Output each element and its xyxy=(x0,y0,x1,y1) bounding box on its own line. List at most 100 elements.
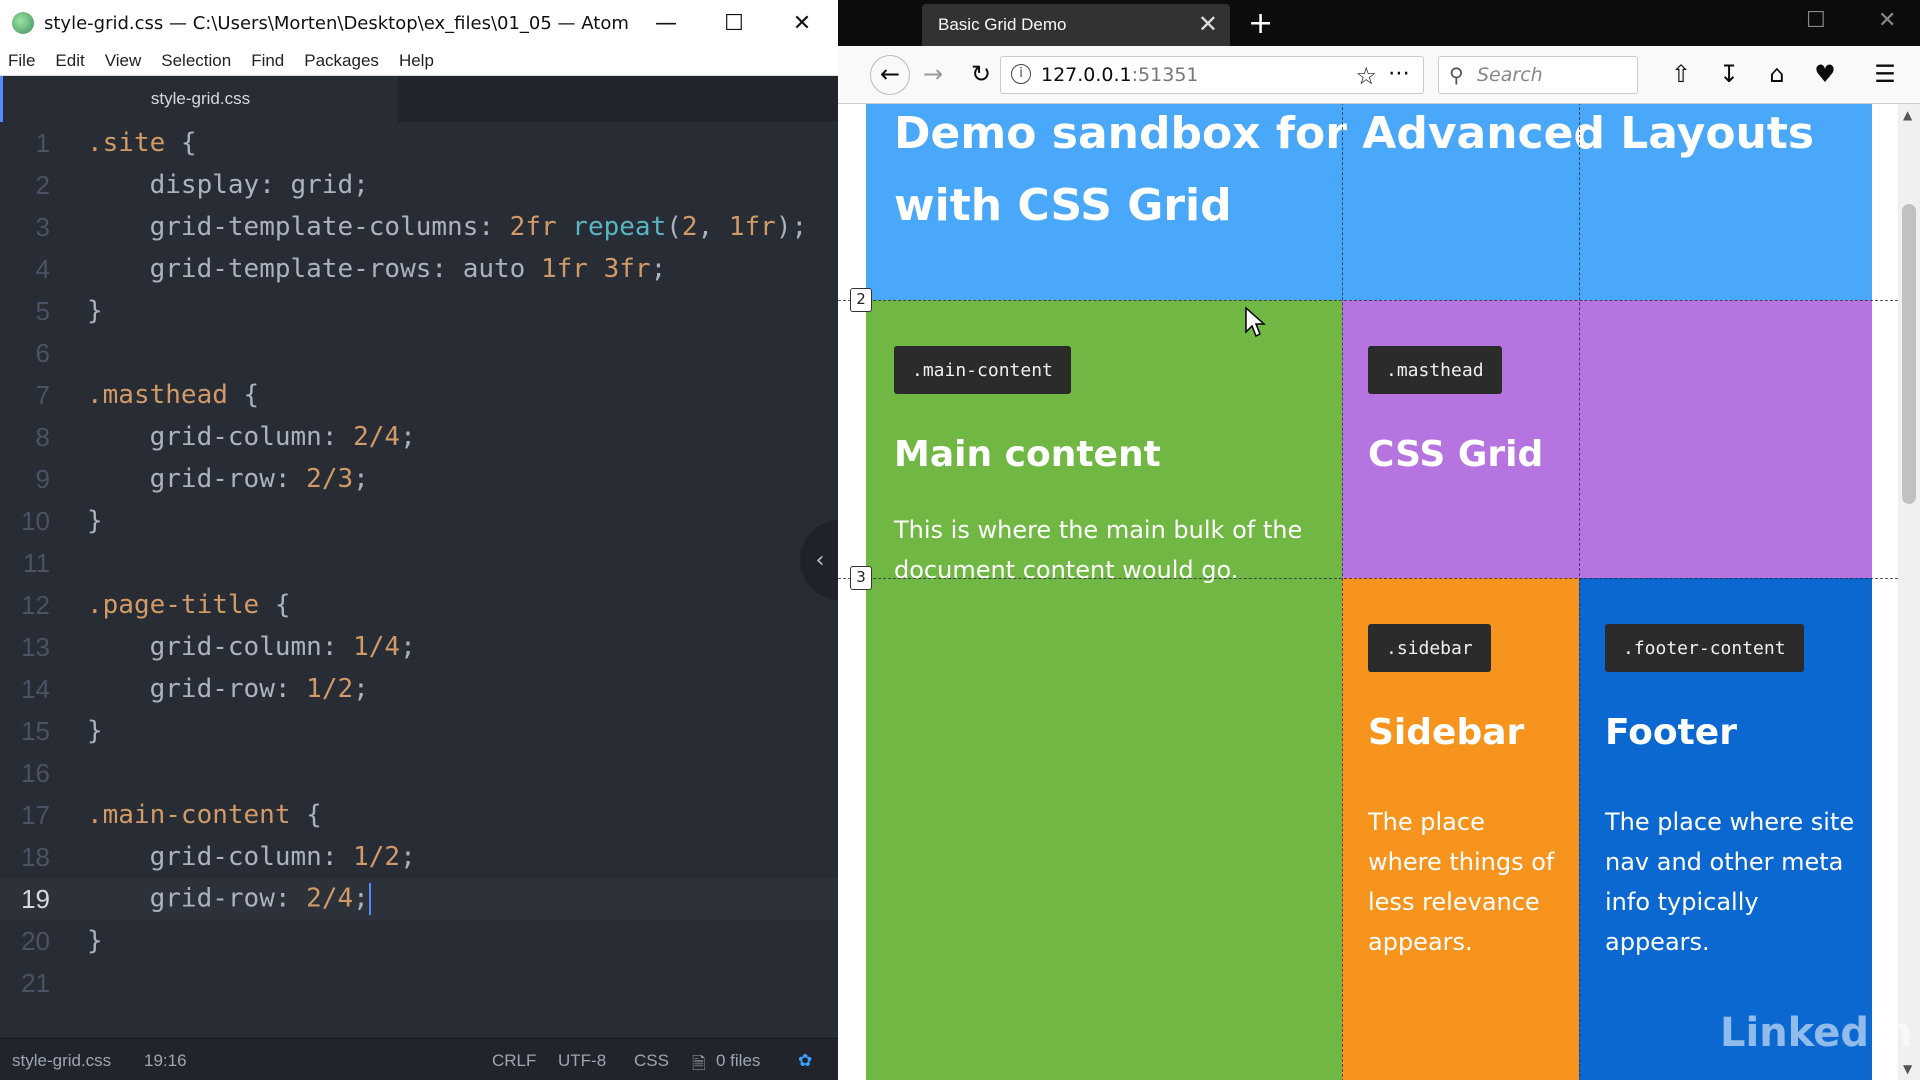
squirrel-icon[interactable]: ✿ xyxy=(798,1051,812,1071)
code-line[interactable]: 12 .page-title { xyxy=(0,584,838,626)
browser-toolbar: ← → ↻ i 127.0.0.1:51351 ☆ ⋯ ⚲ Search ⇧ ↧… xyxy=(838,46,1920,104)
code-line[interactable]: 21 xyxy=(0,962,838,1004)
code-line[interactable]: 10} xyxy=(0,500,838,542)
code-line[interactable]: 13 grid-column: 1/4; xyxy=(0,626,838,668)
search-icon: ⚲ xyxy=(1449,63,1464,87)
code-editor[interactable]: 1 .site {2 display: grid; 3 grid-template-… xyxy=(0,122,838,1038)
code-line[interactable]: 11 xyxy=(0,542,838,584)
code-line[interactable]: 6 xyxy=(0,332,838,374)
close-tab-icon[interactable]: ✕ xyxy=(1198,10,1218,39)
grid-line-column-2 xyxy=(1342,104,1343,1080)
code-line[interactable]: 5} xyxy=(0,290,838,332)
atom-title-bar: style-grid.css — C:\Users\Morten\Desktop… xyxy=(0,0,838,46)
page-title-area: Demo sandbox for Advanced Layouts with C… xyxy=(866,104,1872,300)
code-line[interactable]: 7 .masthead { xyxy=(0,374,838,416)
tab-style-grid-css[interactable]: style-grid.css xyxy=(0,76,398,122)
code-text: .masthead { xyxy=(87,380,260,410)
code-line[interactable]: 2 display: grid; xyxy=(0,164,838,206)
code-text: grid-row: 2/4; xyxy=(149,883,371,915)
code-line[interactable]: 19 grid-row: 2/4; xyxy=(0,878,838,920)
back-icon[interactable]: ← xyxy=(870,55,910,95)
line-number: 10 xyxy=(21,505,50,536)
download-icon[interactable]: ↧ xyxy=(1714,60,1744,88)
menu-selection[interactable]: Selection xyxy=(161,51,231,71)
maximize-icon[interactable]: ☐ xyxy=(700,0,768,46)
masthead-tag: .masthead xyxy=(1368,346,1502,394)
footer-tag: .footer-content xyxy=(1605,624,1804,672)
scrollbar-thumb[interactable] xyxy=(1902,204,1916,504)
code-line[interactable]: 4 grid-template-rows: auto 1fr 3fr; xyxy=(0,248,838,290)
pocket-icon[interactable]: ♥ xyxy=(1810,60,1840,88)
status-encoding[interactable]: UTF-8 xyxy=(558,1051,606,1071)
code-line[interactable]: 1 .site { xyxy=(0,122,838,164)
info-icon[interactable]: i xyxy=(1011,64,1031,84)
line-number: 9 xyxy=(35,463,50,494)
menu-help[interactable]: Help xyxy=(399,51,434,71)
menu-hamburger-icon[interactable]: ☰ xyxy=(1870,60,1900,88)
line-number: 1 xyxy=(35,127,50,158)
atom-menu-bar: File Edit View Selection Find Packages H… xyxy=(0,46,838,76)
status-file-name[interactable]: style-grid.css xyxy=(12,1051,111,1071)
line-number: 16 xyxy=(21,757,50,788)
new-tab-icon[interactable]: + xyxy=(1248,6,1273,41)
line-number: 3 xyxy=(35,211,50,242)
atom-app-icon xyxy=(12,12,34,34)
code-line[interactable]: 8 grid-column: 2/4; xyxy=(0,416,838,458)
linkedin-watermark: LinkedIn xyxy=(1720,1010,1913,1056)
code-line[interactable]: 9 grid-row: 2/3; xyxy=(0,458,838,500)
code-line[interactable]: 14 grid-row: 1/2; xyxy=(0,668,838,710)
forward-icon[interactable]: → xyxy=(918,60,948,88)
browser-tab-bar: Basic Grid Demo ✕ + ☐ ✕ xyxy=(838,0,1920,46)
status-line-ending[interactable]: CRLF xyxy=(492,1051,536,1071)
line-number: 11 xyxy=(23,547,50,578)
footer-text-4: appears. xyxy=(1605,928,1710,956)
menu-view[interactable]: View xyxy=(105,51,142,71)
page-actions-icon[interactable]: ⋯ xyxy=(1388,61,1411,86)
menu-file[interactable]: File xyxy=(8,51,35,71)
menu-edit[interactable]: Edit xyxy=(55,51,84,71)
status-git-files[interactable]: 0 files xyxy=(716,1051,760,1071)
code-line[interactable]: 20} xyxy=(0,920,838,962)
reload-icon[interactable]: ↻ xyxy=(966,60,996,88)
status-cursor-position[interactable]: 19:16 xyxy=(144,1051,187,1071)
close-icon[interactable]: ✕ xyxy=(768,0,836,46)
page-scrollbar[interactable]: ▲ ▼ xyxy=(1898,104,1920,1080)
code-text: grid-template-rows: auto 1fr 3fr; xyxy=(149,254,667,284)
minimize-icon[interactable]: — xyxy=(632,0,700,46)
status-grammar[interactable]: CSS xyxy=(634,1051,669,1071)
library-icon[interactable]: ⇧ xyxy=(1666,60,1696,88)
page-title-line-2: with CSS Grid xyxy=(894,180,1232,231)
menu-find[interactable]: Find xyxy=(251,51,284,71)
atom-window-title: style-grid.css — C:\Users\Morten\Desktop… xyxy=(44,12,629,34)
browser-window: Basic Grid Demo ✕ + ☐ ✕ ← → ↻ i 127.0.0.… xyxy=(838,0,1920,1080)
close-icon[interactable]: ✕ xyxy=(1878,8,1896,33)
code-line[interactable]: 17 .main-content { xyxy=(0,794,838,836)
code-text: } xyxy=(87,926,103,956)
scroll-down-icon[interactable]: ▼ xyxy=(1903,1062,1912,1076)
text-caret xyxy=(368,883,371,915)
search-input[interactable]: ⚲ Search xyxy=(1438,56,1638,94)
code-line[interactable]: 3 grid-template-columns: 2fr repeat(2, 1… xyxy=(0,206,838,248)
page-title-line-1: Demo sandbox for Advanced Layouts xyxy=(894,108,1815,159)
code-line[interactable]: 16 xyxy=(0,752,838,794)
menu-packages[interactable]: Packages xyxy=(304,51,379,71)
line-number: 13 xyxy=(21,631,50,662)
scroll-up-icon[interactable]: ▲ xyxy=(1903,108,1912,122)
code-line[interactable]: 18 grid-column: 1/2; xyxy=(0,836,838,878)
masthead-heading: CSS Grid xyxy=(1368,434,1544,475)
sidebar-text-3: less relevance xyxy=(1368,888,1540,916)
bookmark-star-icon[interactable]: ☆ xyxy=(1355,62,1377,90)
sidebar-heading: Sidebar xyxy=(1368,712,1525,753)
code-text: grid-column: 2/4; xyxy=(149,422,416,452)
home-icon[interactable]: ⌂ xyxy=(1762,60,1792,88)
maximize-icon[interactable]: ☐ xyxy=(1806,8,1826,33)
code-text: .page-title { xyxy=(87,590,291,620)
sidebar-text-2: where things of xyxy=(1368,848,1555,876)
line-number: 20 xyxy=(21,925,50,956)
code-line[interactable]: 15} xyxy=(0,710,838,752)
line-number: 17 xyxy=(21,799,50,830)
sidebar-area: .sidebar Sidebar The place where things … xyxy=(1342,578,1579,1080)
browser-tab-basic-grid-demo[interactable]: Basic Grid Demo ✕ xyxy=(922,4,1230,46)
line-number: 5 xyxy=(35,295,50,326)
url-bar[interactable]: i 127.0.0.1:51351 ☆ ⋯ xyxy=(1000,56,1424,94)
